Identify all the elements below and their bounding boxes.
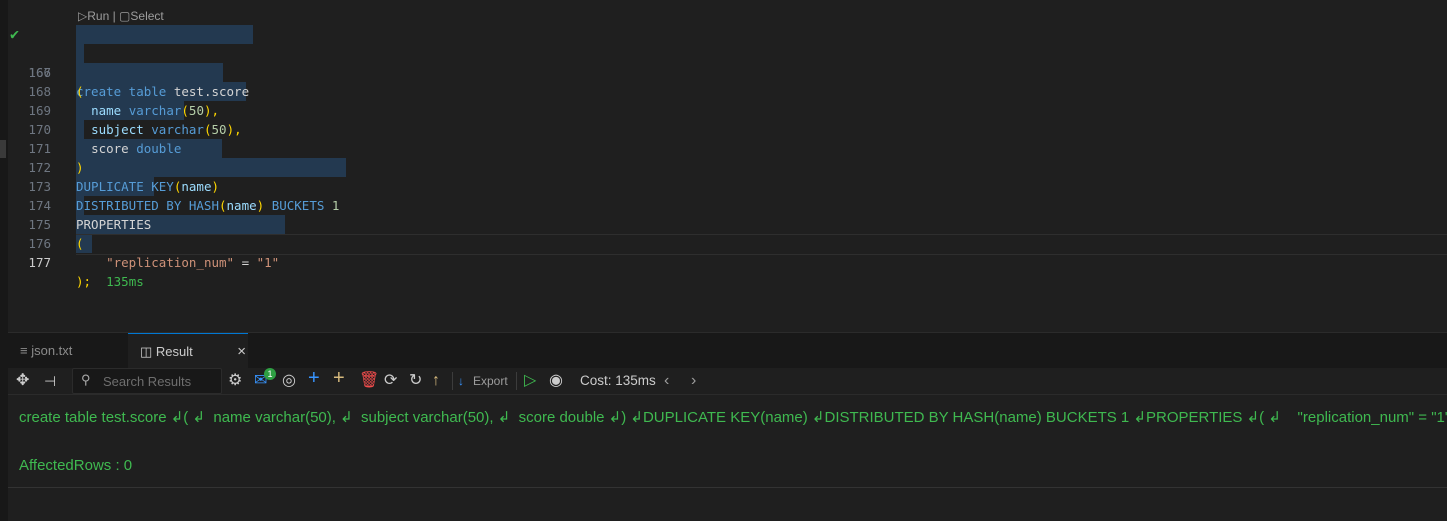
plus-icon[interactable]: +	[308, 368, 320, 388]
search-input[interactable]	[101, 371, 220, 391]
play-icon[interactable]: ▷	[524, 371, 536, 391]
file-icon: ≡	[20, 343, 28, 358]
preview-icon: ◫	[140, 344, 153, 359]
code-line: 168 name varchar(50),	[8, 63, 1447, 118]
code-line: ✔ 166 create table test.score	[8, 25, 1447, 99]
tab-result[interactable]: ◫ Result ×	[128, 333, 248, 369]
sync-icon[interactable]: ⟳	[384, 371, 397, 391]
notification-badge: 1	[264, 368, 276, 380]
code-line: 170 score double	[8, 101, 1447, 156]
close-icon[interactable]: ×	[237, 334, 246, 370]
search-box: ⚲	[72, 368, 222, 394]
code-line: 174 PROPERTIES	[8, 177, 1447, 232]
tab-json[interactable]: ≡ json.txt	[20, 333, 72, 369]
token: =	[234, 255, 257, 270]
pin-icon[interactable]: ⊣	[44, 371, 56, 391]
execution-time: 135ms	[106, 274, 144, 289]
affected-rows: AffectedRows : 0	[19, 457, 133, 474]
code-line: 173 DISTRIBUTED BY HASH(name) BUCKETS 1	[8, 158, 1447, 213]
next-button[interactable]: ›	[691, 371, 696, 391]
code-line: 175 (	[8, 196, 1447, 251]
token: "replication_num"	[106, 255, 235, 270]
run-codelens[interactable]: ▷Run	[78, 9, 109, 23]
code-editor[interactable]: ▷Run | ▢Select ✔ 166 create table test.s…	[8, 0, 1447, 332]
refresh-icon[interactable]: ↻	[409, 371, 422, 391]
divider	[452, 372, 453, 390]
move-icon[interactable]: ✥	[16, 371, 29, 391]
line-number: 177	[28, 255, 51, 270]
select-label: Select	[130, 9, 164, 23]
code-line: 171 )	[8, 120, 1447, 175]
activity-edge	[0, 0, 8, 521]
select-codelens[interactable]: ▢Select	[119, 9, 164, 23]
user-icon[interactable]: ◎	[282, 371, 296, 391]
executed-sql: create table test.score ↲( ↲ name varcha…	[19, 409, 1447, 426]
code-line: 176 "replication_num" = "1"	[8, 215, 1447, 270]
panel-tabs: ≡ json.txt ◫ Result ×	[8, 332, 1447, 369]
code-line: 177 ); 135ms	[8, 234, 1447, 289]
result-toolbar: ✥ ⊣ ⚲ ⚙ ✉ 1 ◎ + + 🗑 ⟳ ↻ ↑ ↓ Export ▷ ◉ C…	[8, 368, 1447, 395]
codelens: ▷Run | ▢Select	[78, 9, 164, 23]
divider	[516, 372, 517, 390]
export-icon: ↓	[458, 374, 464, 388]
export-button[interactable]: Export	[473, 371, 508, 391]
token: "1"	[256, 255, 280, 270]
add-icon[interactable]: +	[333, 368, 345, 388]
scroll-marker	[0, 140, 6, 158]
prev-button[interactable]: ‹	[664, 371, 669, 391]
empty-area	[8, 488, 1447, 521]
delete-icon[interactable]: 🗑	[359, 371, 379, 391]
eye-icon[interactable]: ◉	[549, 371, 563, 391]
token: );	[76, 274, 92, 289]
code-line: 172 DUPLICATE KEY(name)	[8, 139, 1447, 194]
check-icon: ✔	[10, 25, 20, 43]
codelens-separator: |	[109, 9, 120, 23]
gear-icon[interactable]: ⚙	[228, 371, 242, 391]
code-line: 169 subject varchar(50),	[8, 82, 1447, 137]
code-line: 167 (	[8, 44, 1447, 99]
arrow-up-icon[interactable]: ↑	[432, 371, 440, 391]
search-icon: ⚲	[81, 372, 91, 387]
tab-label: json.txt	[31, 343, 73, 358]
result-panel: create table test.score ↲( ↲ name varcha…	[8, 395, 1447, 488]
tab-label: Result	[155, 344, 193, 359]
cost-label: Cost: 135ms	[580, 373, 656, 388]
